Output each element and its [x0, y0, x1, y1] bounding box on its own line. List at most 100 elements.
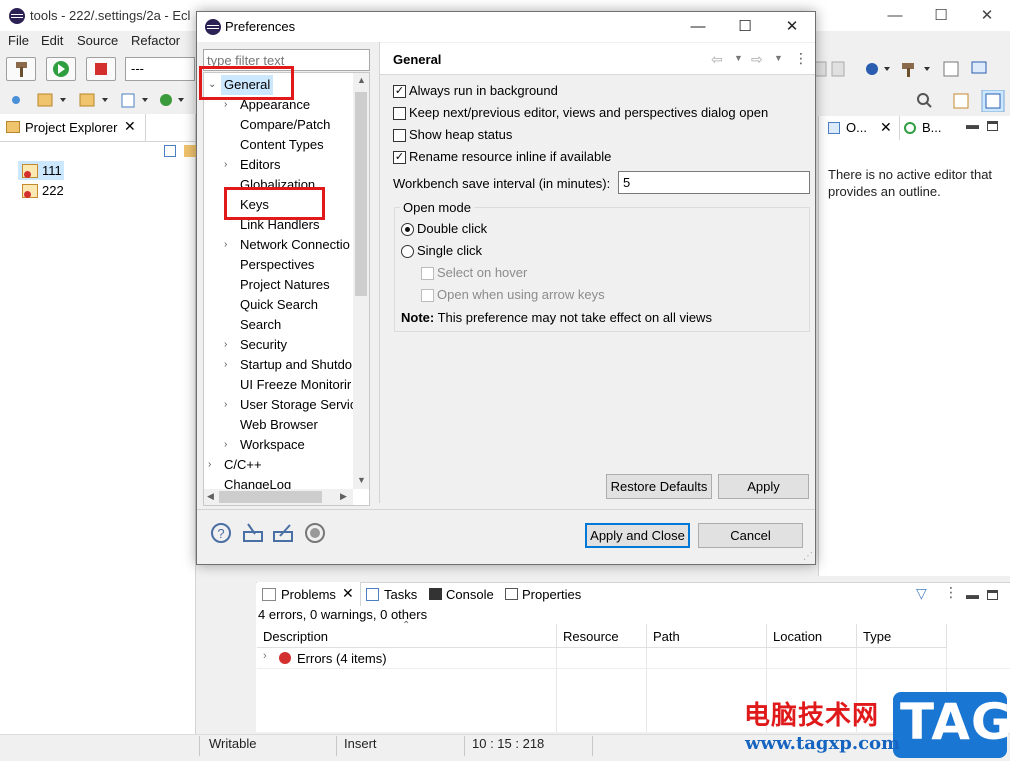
apply-and-close-button[interactable]: Apply and Close [585, 523, 690, 548]
maximize-icon[interactable] [987, 121, 998, 131]
checkbox-box[interactable] [393, 129, 406, 142]
tree-item[interactable]: Search [204, 315, 353, 335]
tree-item[interactable]: Perspectives [204, 255, 353, 275]
export-icon[interactable] [272, 522, 294, 544]
record-icon[interactable] [304, 522, 326, 544]
console-tab[interactable]: Console [446, 587, 494, 602]
tree-item[interactable]: › Workspace [204, 435, 353, 455]
run-button[interactable] [46, 57, 76, 81]
dialog-minimize-button[interactable]: — [675, 12, 721, 42]
close-icon[interactable]: ✕ [880, 119, 892, 136]
scroll-down-icon[interactable]: ▼ [357, 475, 366, 485]
checkbox-box[interactable]: ✓ [393, 85, 406, 98]
folder-icon [6, 121, 20, 133]
build-button[interactable] [6, 57, 36, 81]
chevron-right-icon[interactable]: › [224, 355, 227, 375]
perspective-toolbar-icons[interactable] [810, 58, 990, 80]
dialog-close-button[interactable]: ✕ [769, 12, 815, 42]
chevron-right-icon[interactable]: › [224, 435, 227, 455]
minimize-icon[interactable]: ▬ [966, 117, 979, 132]
outline-tab[interactable]: O... ✕ [822, 116, 900, 140]
checkbox-box[interactable]: ✓ [393, 151, 406, 164]
close-icon[interactable]: ✕ [342, 585, 354, 602]
properties-tab[interactable]: Properties [522, 587, 581, 602]
column-label: Description [263, 629, 329, 644]
chevron-right-icon[interactable]: › [263, 650, 267, 662]
tree-item[interactable]: › Editors [204, 155, 353, 175]
tree-item[interactable]: Compare/Patch [204, 115, 353, 135]
scroll-up-icon[interactable]: ▲ [357, 75, 366, 85]
filter-icon[interactable]: ▽ [916, 585, 927, 602]
project-item[interactable]: 222 [42, 183, 64, 198]
view-menu-icon[interactable]: ⋮ [794, 50, 808, 67]
close-icon[interactable]: ✕ [124, 118, 136, 135]
scroll-left-icon[interactable]: ◀ [207, 491, 214, 502]
hammer-icon [16, 62, 27, 77]
save-interval-input[interactable] [618, 171, 810, 194]
minimize-icon[interactable]: ▬ [966, 587, 979, 602]
run-config-select[interactable]: --- [125, 57, 195, 81]
tree-item[interactable]: › C/C++ [204, 455, 353, 475]
menu-edit[interactable]: Edit [41, 33, 63, 48]
help-icon[interactable]: ? [210, 522, 232, 544]
import-icon[interactable] [242, 522, 264, 544]
run-config-value: --- [131, 61, 144, 76]
scroll-right-icon[interactable]: ▶ [340, 491, 347, 502]
stop-button[interactable] [86, 57, 116, 81]
chevron-down-icon[interactable]: ▼ [774, 53, 783, 63]
chevron-down-icon[interactable]: ▼ [734, 53, 743, 63]
restore-defaults-button[interactable]: Restore Defaults [606, 474, 712, 499]
menu-file[interactable]: File [8, 33, 29, 48]
table-row[interactable]: › Errors (4 items) [257, 648, 1010, 669]
tree-item[interactable]: Project Natures [204, 275, 353, 295]
column-resource[interactable]: Resource [557, 624, 647, 648]
tree-item[interactable]: › Startup and Shutdo [204, 355, 353, 375]
forward-icon[interactable]: ⇨ [751, 51, 763, 68]
chevron-right-icon[interactable]: › [224, 335, 227, 355]
chevron-right-icon[interactable]: › [208, 455, 211, 475]
link-editor-icon[interactable] [184, 145, 196, 157]
column-path[interactable]: Path [647, 624, 767, 648]
maximize-icon[interactable] [987, 590, 998, 600]
project-explorer-tab[interactable]: Project Explorer ✕ [0, 114, 146, 141]
error-icon [279, 652, 291, 664]
view-menu-icon[interactable]: ⋮ [944, 584, 958, 601]
column-type[interactable]: Type [857, 624, 947, 648]
search-toolbar-icons[interactable] [914, 90, 1010, 112]
tree-item[interactable]: › Security [204, 335, 353, 355]
tree-item[interactable]: ChangeLog [204, 475, 353, 489]
menu-refactor[interactable]: Refactor [131, 33, 180, 48]
secondary-toolbar-icons[interactable] [8, 91, 188, 109]
tree-horizontal-thumb[interactable] [219, 491, 322, 503]
tasks-tab[interactable]: Tasks [384, 587, 417, 602]
radio-button[interactable] [401, 223, 414, 236]
radio-button[interactable] [401, 245, 414, 258]
chevron-right-icon[interactable]: › [224, 155, 227, 175]
dialog-maximize-button[interactable]: ☐ [722, 12, 768, 42]
apply-button[interactable]: Apply [718, 474, 809, 499]
target-icon [904, 122, 916, 134]
chevron-right-icon[interactable]: › [224, 235, 227, 255]
collapse-all-icon[interactable] [164, 145, 176, 157]
tree-item[interactable]: UI Freeze Monitorir [204, 375, 353, 395]
chevron-right-icon[interactable]: › [224, 395, 227, 415]
project-item[interactable]: 111 [42, 163, 62, 178]
main-maximize-button[interactable]: ☐ [918, 0, 964, 31]
back-icon[interactable]: ⇦ [711, 51, 723, 68]
cancel-button[interactable]: Cancel [698, 523, 803, 548]
build-targets-tab[interactable]: B... [900, 116, 960, 140]
main-close-button[interactable]: ✕ [964, 0, 1010, 31]
column-location[interactable]: Location [767, 624, 857, 648]
tree-item[interactable]: › Network Connectio [204, 235, 353, 255]
main-minimize-button[interactable]: — [872, 0, 918, 31]
tree-vertical-thumb[interactable] [355, 92, 367, 296]
resize-grip-icon[interactable]: ⋰ [803, 551, 813, 562]
preferences-title: Preferences [225, 19, 296, 34]
tree-item[interactable]: Quick Search [204, 295, 353, 315]
menu-source[interactable]: Source [77, 33, 118, 48]
checkbox-box[interactable] [393, 107, 406, 120]
tree-item[interactable]: Content Types [204, 135, 353, 155]
tree-item[interactable]: › User Storage Servic [204, 395, 353, 415]
watermark-site-name: 电脑技术网 [744, 701, 880, 731]
tree-item[interactable]: Web Browser [204, 415, 353, 435]
